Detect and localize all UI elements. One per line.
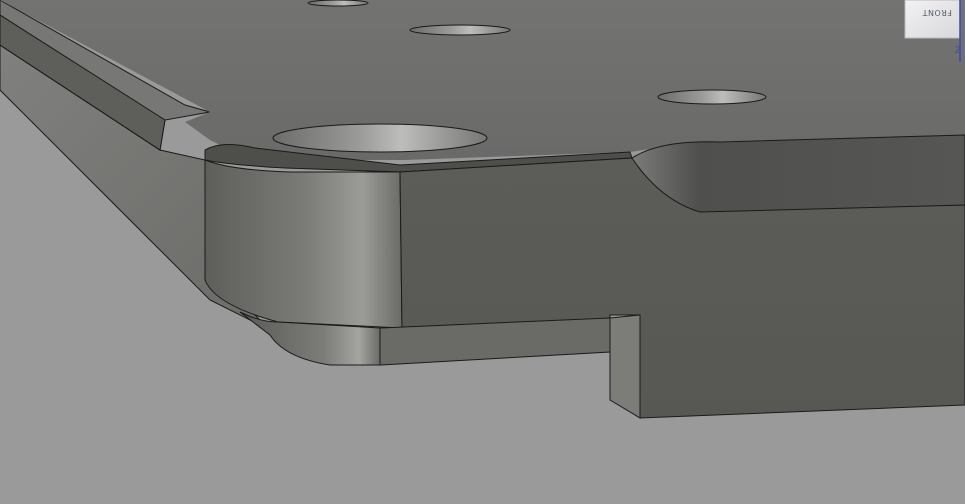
axis-label: Z xyxy=(955,46,962,56)
recess-pocket xyxy=(631,134,965,213)
model-render[interactable] xyxy=(0,0,965,499)
viewcube-face-label[interactable]: FRONT xyxy=(917,8,957,17)
hole-small-3 xyxy=(657,89,767,105)
corner-fillet-face xyxy=(204,159,403,329)
hole-large xyxy=(272,123,488,153)
hole-small-1 xyxy=(409,24,511,36)
hole-small-2 xyxy=(307,0,369,7)
viewcube-face[interactable] xyxy=(904,0,961,39)
3d-viewport[interactable]: FRONT Z xyxy=(0,0,965,499)
step-side-face xyxy=(609,314,641,419)
